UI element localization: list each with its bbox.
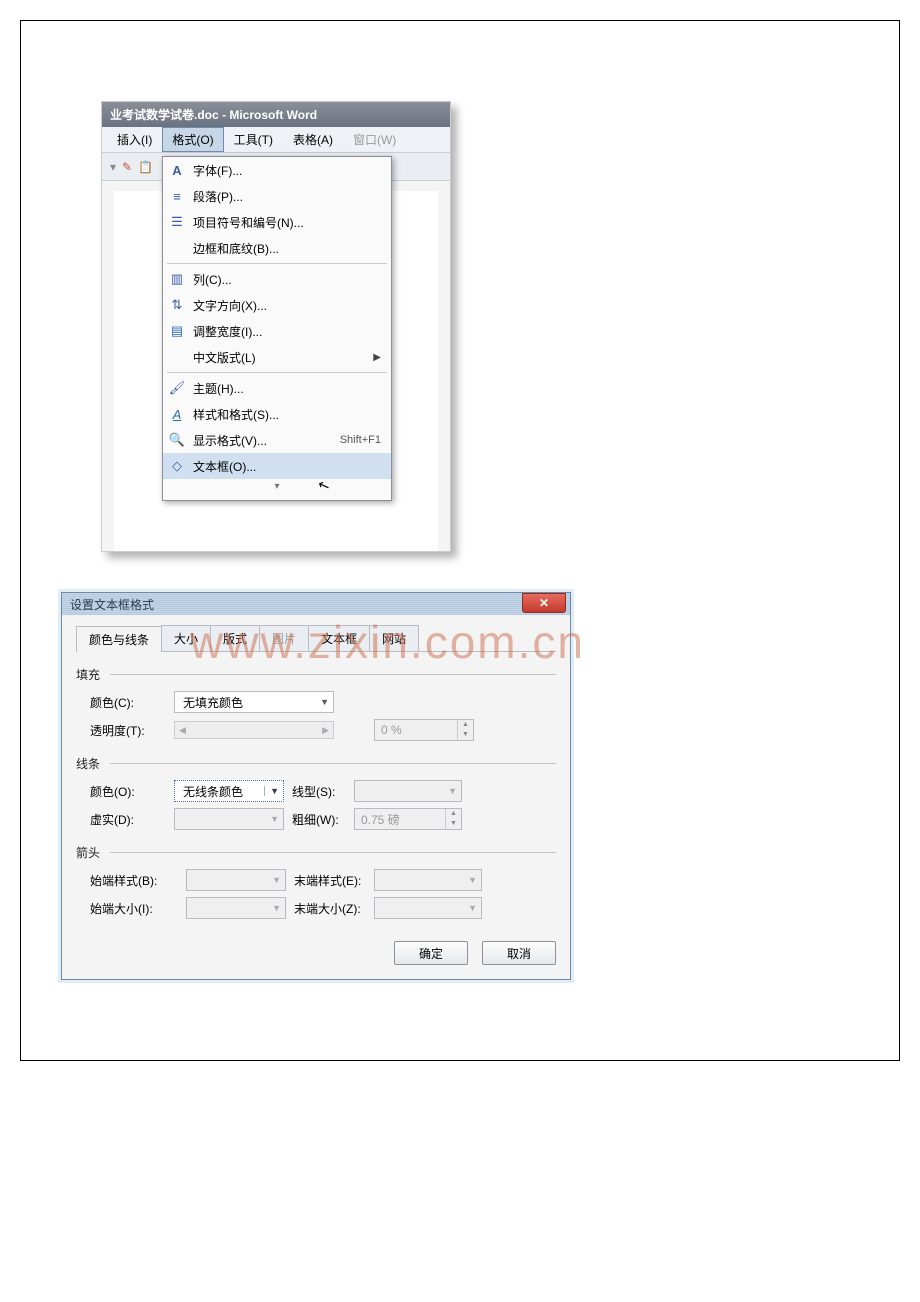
fill-color-label: 颜色(C): [90,694,174,711]
menu-item-paragraph[interactable]: ≡段落(P)... [163,183,391,209]
section-line: 线条 [76,755,556,772]
begin-style-combo[interactable]: ▼ [186,869,286,891]
transparency-label: 透明度(T): [90,722,174,739]
direction-icon: ⇅ [167,296,187,314]
menu-item-columns[interactable]: ▥列(C)... [163,266,391,292]
cancel-button[interactable]: 取消 [482,941,556,965]
tab-strip: 颜色与线条 大小 版式 图片 文本框 网站 [76,625,556,652]
transparency-spin[interactable]: 0 %▲▼ [374,719,474,741]
tab-layout[interactable]: 版式 [210,625,260,651]
menu-item-borders[interactable]: 边框和底纹(B)... [163,235,391,261]
section-arrow: 箭头 [76,844,556,861]
separator [167,263,387,264]
font-icon: A [167,161,187,179]
line-style-label: 线型(S): [284,783,354,800]
dialog-title: 设置文本框格式 [70,596,154,613]
line-color-combo[interactable]: 无线条颜色▼ [174,780,284,802]
line-style-combo[interactable]: ▼ [354,780,462,802]
format-textbox-dialog: 设置文本框格式 ✕ 颜色与线条 大小 版式 图片 文本框 网站 填充 颜色(C)… [61,592,571,980]
menu-format[interactable]: 格式(O) [162,127,223,152]
end-size-label: 末端大小(Z): [286,900,374,917]
weight-label: 粗细(W): [284,811,354,828]
tab-size[interactable]: 大小 [161,625,211,651]
list-icon: ☰ [167,213,187,231]
paragraph-icon: ≡ [167,187,187,205]
width-icon: ▤ [167,322,187,340]
menu-item-width[interactable]: ▤调整宽度(I)... [163,318,391,344]
end-style-combo[interactable]: ▼ [374,869,482,891]
theme-icon: 🖌 [167,379,187,397]
chinese-icon [167,348,187,366]
fill-color-combo[interactable]: 无填充颜色▼ [174,691,334,713]
title-bar: 业考试数学试卷.doc - Microsoft Word [102,102,450,127]
end-style-label: 末端样式(E): [286,872,374,889]
word-window: 业考试数学试卷.doc - Microsoft Word 插入(I) 格式(O)… [101,101,451,552]
dash-label: 虚实(D): [90,811,174,828]
styles-icon: A [167,405,187,423]
menu-item-font[interactable]: A字体(F)... [163,157,391,183]
menu-table[interactable]: 表格(A) [283,127,343,152]
menu-tools[interactable]: 工具(T) [224,127,283,152]
format-dropdown: A字体(F)... ≡段落(P)... ☰项目符号和编号(N)... 边框和底纹… [162,156,392,501]
tab-textbox[interactable]: 文本框 [308,625,370,651]
transparency-slider[interactable]: ◀▶ [174,721,334,739]
columns-icon: ▥ [167,270,187,288]
menu-item-reveal[interactable]: 🔍显示格式(V)...Shift+F1 [163,427,391,453]
tab-picture[interactable]: 图片 [259,625,309,651]
tab-colors-lines[interactable]: 颜色与线条 [76,626,162,652]
close-button[interactable]: ✕ [522,593,566,613]
menu-item-textbox[interactable]: ◇文本框(O)... [163,453,391,479]
end-size-combo[interactable]: ▼ [374,897,482,919]
reveal-icon: 🔍 [167,431,187,449]
menu-item-theme[interactable]: 🖌主题(H)... [163,375,391,401]
menu-insert[interactable]: 插入(I) [107,127,162,152]
menu-item-bullets[interactable]: ☰项目符号和编号(N)... [163,209,391,235]
menu-item-chinese[interactable]: 中文版式(L)▶ [163,344,391,370]
textbox-icon: ◇ [167,457,187,475]
menu-bar: 插入(I) 格式(O) 工具(T) 表格(A) 窗口(W) [102,127,450,153]
begin-size-label: 始端大小(I): [90,900,186,917]
section-fill: 填充 [76,666,556,683]
begin-style-label: 始端样式(B): [90,872,186,889]
expand-icon[interactable]: ▾ [163,479,391,494]
border-icon [167,239,187,257]
menu-item-styles[interactable]: A样式和格式(S)... [163,401,391,427]
menu-item-direction[interactable]: ⇅文字方向(X)... [163,292,391,318]
begin-size-combo[interactable]: ▼ [186,897,286,919]
dialog-title-bar: 设置文本框格式 ✕ [62,593,570,615]
line-color-label: 颜色(O): [90,783,174,800]
ok-button[interactable]: 确定 [394,941,468,965]
dash-combo[interactable]: ▼ [174,808,284,830]
window-title: 业考试数学试卷.doc - Microsoft Word [110,108,317,122]
menu-window[interactable]: 窗口(W) [343,127,406,152]
separator [167,372,387,373]
tab-web[interactable]: 网站 [369,625,419,651]
weight-spin[interactable]: 0.75 磅▲▼ [354,808,462,830]
